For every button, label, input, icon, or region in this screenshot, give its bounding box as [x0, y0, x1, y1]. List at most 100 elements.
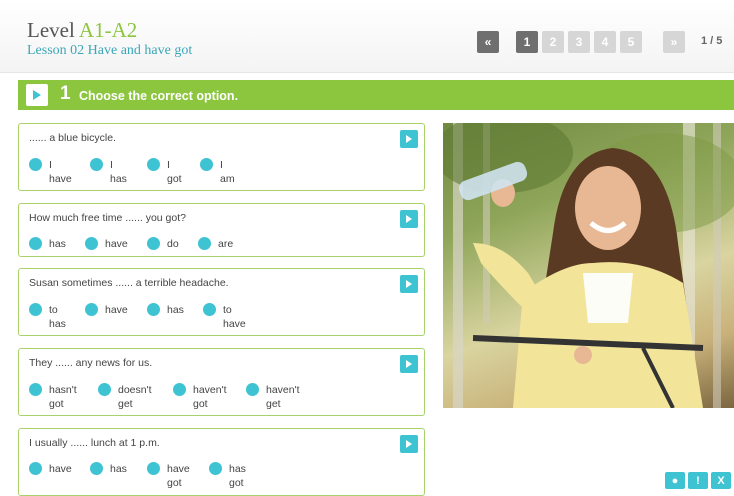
radio-icon[interactable] [29, 462, 42, 475]
answer-option[interactable]: are [198, 237, 233, 251]
page-1-button[interactable]: 1 [516, 31, 538, 53]
question-audio-button[interactable] [400, 275, 418, 293]
question-text: How much free time ...... you got? [29, 212, 186, 224]
question-card: ...... a blue bicycle. I have I has I go… [18, 123, 425, 191]
photo-illustration [443, 123, 734, 408]
question-card: How much free time ...... you got? has h… [18, 203, 425, 257]
question-text: They ...... any news for us. [29, 357, 153, 369]
answer-label: has [110, 463, 127, 475]
radio-icon[interactable] [29, 303, 42, 316]
radio-icon[interactable] [90, 158, 103, 171]
pagination: « [477, 31, 503, 53]
radio-icon[interactable] [98, 383, 111, 396]
answer-option[interactable]: has [147, 303, 184, 317]
answer-option[interactable]: to has [29, 303, 66, 331]
radio-icon[interactable] [203, 303, 216, 316]
answer-option[interactable]: I got [147, 158, 182, 186]
level-title: Level A1-A2 [27, 18, 138, 42]
play-icon [406, 280, 412, 288]
question-audio-button[interactable] [400, 435, 418, 453]
answer-label: I am [220, 159, 235, 185]
radio-icon[interactable] [173, 383, 186, 396]
answer-option[interactable]: has [90, 462, 127, 476]
tool-buttons: ● ! X [662, 472, 731, 489]
answer-label: has got [229, 463, 246, 489]
question-audio-button[interactable] [400, 355, 418, 373]
answer-label: doesn't get [118, 384, 152, 410]
exercise-instruction-bar: 1 Choose the correct option. [18, 80, 734, 110]
answer-option[interactable]: haven't get [246, 383, 300, 411]
lesson-title: Lesson 02 Have and have got [27, 43, 193, 58]
question-text: Susan sometimes ...... a terrible headac… [29, 277, 229, 289]
answer-label: have got [167, 463, 190, 489]
answer-option[interactable]: do [147, 237, 179, 251]
radio-icon[interactable] [147, 237, 160, 250]
question-card: Susan sometimes ...... a terrible headac… [18, 268, 425, 336]
exercise-number: 1 [60, 83, 71, 104]
radio-icon[interactable] [147, 158, 160, 171]
hint-button[interactable]: ! [688, 472, 708, 489]
radio-icon[interactable] [29, 237, 42, 250]
question-audio-button[interactable] [400, 210, 418, 228]
play-icon [406, 135, 412, 143]
next-page-wrap: » [663, 31, 689, 53]
answer-label: are [218, 238, 234, 250]
lesson-header: Level A1-A2 Lesson 02 Have and have got … [0, 0, 734, 73]
close-button[interactable]: X [711, 472, 731, 489]
page-3-button[interactable]: 3 [568, 31, 590, 53]
play-icon [406, 440, 412, 448]
play-icon [406, 360, 412, 368]
answer-option[interactable]: have [29, 462, 72, 476]
answer-option[interactable]: I have [29, 158, 72, 186]
answer-label: haven't get [266, 384, 300, 410]
answer-option[interactable]: haven't got [173, 383, 227, 411]
page-5-button[interactable]: 5 [620, 31, 642, 53]
page-counter: 1 / 5 [701, 35, 723, 47]
answer-option[interactable]: hasn't got [29, 383, 77, 411]
answer-option[interactable]: has got [209, 462, 246, 490]
next-page-button[interactable]: » [663, 31, 685, 53]
radio-icon[interactable] [200, 158, 213, 171]
play-icon [406, 215, 412, 223]
answer-label: to has [49, 304, 66, 330]
answer-label: I have [49, 159, 72, 185]
page-list: 1 2 3 4 5 [516, 31, 646, 53]
answer-option[interactable]: I am [200, 158, 235, 186]
answer-label: has [49, 238, 66, 250]
radio-icon[interactable] [147, 303, 160, 316]
radio-icon[interactable] [209, 462, 222, 475]
check-button[interactable]: ● [665, 472, 685, 489]
radio-icon[interactable] [246, 383, 259, 396]
page-2-button[interactable]: 2 [542, 31, 564, 53]
question-text: I usually ...... lunch at 1 p.m. [29, 437, 160, 449]
radio-icon[interactable] [29, 158, 42, 171]
answer-label: do [167, 238, 179, 250]
answer-option[interactable]: have [85, 237, 128, 251]
answer-option[interactable]: have got [147, 462, 190, 490]
radio-icon[interactable] [147, 462, 160, 475]
answer-option[interactable]: doesn't get [98, 383, 152, 411]
instruction-play-button[interactable] [26, 84, 48, 106]
answer-label: I has [110, 159, 127, 185]
answer-option[interactable]: I has [90, 158, 127, 186]
question-card: I usually ...... lunch at 1 p.m. have ha… [18, 428, 425, 496]
question-card: They ...... any news for us. hasn't got … [18, 348, 425, 416]
radio-icon[interactable] [90, 462, 103, 475]
radio-icon[interactable] [85, 237, 98, 250]
answer-label: to have [223, 304, 246, 330]
radio-icon[interactable] [198, 237, 211, 250]
radio-icon[interactable] [29, 383, 42, 396]
answer-label: have [49, 463, 72, 475]
answer-option[interactable]: has [29, 237, 66, 251]
answer-label: have [105, 238, 128, 250]
prev-page-button[interactable]: « [477, 31, 499, 53]
answer-option[interactable]: have [85, 303, 128, 317]
question-text: ...... a blue bicycle. [29, 132, 116, 144]
exercise-instruction: Choose the correct option. [79, 89, 239, 103]
answer-label: I got [167, 159, 182, 185]
question-audio-button[interactable] [400, 130, 418, 148]
page-4-button[interactable]: 4 [594, 31, 616, 53]
answer-option[interactable]: to have [203, 303, 246, 331]
radio-icon[interactable] [85, 303, 98, 316]
answer-label: have [105, 304, 128, 316]
